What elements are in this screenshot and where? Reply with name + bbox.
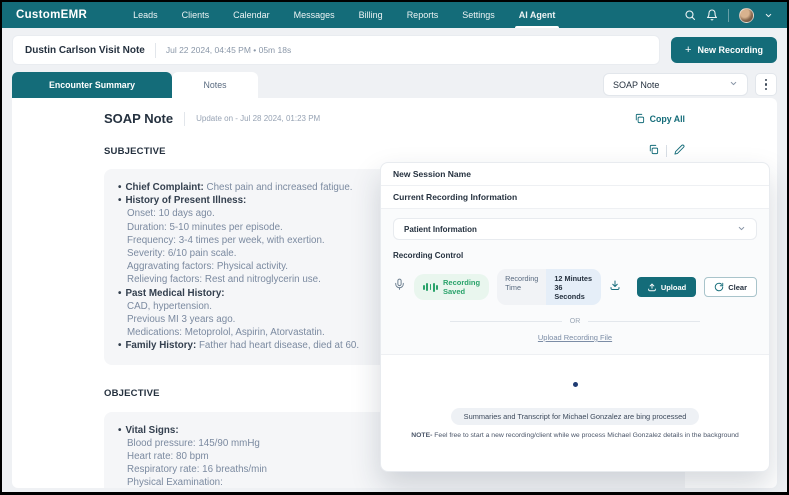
new-recording-button[interactable]: + New Recording bbox=[671, 37, 777, 63]
nav-item-reports[interactable]: Reports bbox=[395, 2, 451, 28]
session-divider bbox=[154, 42, 156, 58]
recording-time-badge: Recording Time 12 Minutes 36 Seconds bbox=[497, 269, 601, 305]
session-timestamp: Jul 22 2024, 04:45 PM • 05m 18s bbox=[165, 45, 292, 55]
chevron-down-icon bbox=[729, 79, 738, 90]
bell-icon[interactable] bbox=[706, 9, 718, 21]
patient-information-accordion[interactable]: Patient Information bbox=[393, 218, 757, 240]
tab-encounter-summary[interactable]: Encounter Summary bbox=[12, 72, 172, 98]
upload-icon bbox=[648, 283, 656, 292]
section-heading: SUBJECTIVE bbox=[104, 145, 166, 157]
nav-item-leads[interactable]: Leads bbox=[121, 2, 170, 28]
note-updated: Update on - Jul 28 2024, 01:23 PM bbox=[184, 111, 320, 126]
app-logo: CustomEMR bbox=[16, 9, 88, 21]
session-title: Dustin Carlson Visit Note bbox=[25, 44, 145, 56]
top-navbar: CustomEMR Leads Clients Calendar Messages Bi… bbox=[2, 2, 787, 28]
chevron-down-icon[interactable] bbox=[764, 11, 773, 20]
note-title: SOAP Note bbox=[104, 111, 174, 126]
nav-item-settings[interactable]: Settings bbox=[450, 2, 507, 28]
processing-status-badge: Summaries and Transcript for Michael Gon… bbox=[450, 408, 700, 425]
note-type-value: SOAP Note bbox=[613, 79, 660, 90]
copy-section-icon[interactable] bbox=[648, 142, 659, 160]
copy-all-label: Copy All bbox=[649, 113, 685, 124]
main-nav: Leads Clients Calendar Messages Billing Repor… bbox=[121, 2, 567, 28]
nav-divider bbox=[728, 8, 729, 22]
nav-right-actions bbox=[684, 7, 773, 23]
tabs-right-controls: SOAP Note bbox=[603, 73, 777, 98]
upload-button[interactable]: Upload bbox=[636, 277, 697, 297]
search-icon[interactable] bbox=[684, 9, 696, 21]
recording-info-heading: Current Recording Information bbox=[381, 186, 769, 209]
more-options-button[interactable] bbox=[755, 73, 777, 96]
plus-icon: + bbox=[685, 43, 692, 56]
new-session-modal: New Session Name Current Recording Infor… bbox=[380, 162, 770, 472]
tab-list: Encounter Summary Notes bbox=[12, 72, 258, 98]
processing-area: Summaries and Transcript for Michael Gon… bbox=[381, 382, 769, 439]
recording-time-label: Recording Time bbox=[497, 269, 547, 305]
session-bar: Dustin Carlson Visit Note Jul 22 2024, 0… bbox=[12, 35, 661, 65]
processing-note: NOTE- Feel free to start a new recording… bbox=[381, 432, 769, 439]
refresh-icon bbox=[715, 282, 724, 292]
patient-information-label: Patient Information bbox=[404, 224, 477, 234]
upload-recording-file-link[interactable]: Upload Recording File bbox=[393, 333, 757, 342]
new-recording-label: New Recording bbox=[697, 45, 763, 55]
section-heading: OBJECTIVE bbox=[104, 388, 160, 400]
or-label: OR bbox=[569, 318, 581, 325]
processing-note-prefix: NOTE- bbox=[411, 432, 433, 439]
recording-control-label: Recording Control bbox=[393, 251, 464, 260]
tab-notes[interactable]: Notes bbox=[172, 72, 258, 98]
nav-item-calendar[interactable]: Calendar bbox=[221, 2, 282, 28]
copy-icon bbox=[635, 113, 644, 124]
recording-saved-label: Recording Saved bbox=[442, 278, 481, 296]
note-line: Physical Examination: bbox=[127, 477, 223, 488]
clear-label: Clear bbox=[728, 282, 747, 292]
or-divider: OR bbox=[450, 318, 700, 325]
session-name-field[interactable]: New Session Name bbox=[381, 163, 769, 186]
note-header: SOAP Note Update on - Jul 28 2024, 01:23… bbox=[104, 111, 685, 126]
tabs-row: Encounter Summary Notes SOAP Note bbox=[12, 72, 777, 98]
clear-button[interactable]: Clear bbox=[704, 277, 757, 297]
app-window: CustomEMR Leads Clients Calendar Messages Bi… bbox=[0, 0, 789, 495]
copy-all-button[interactable]: Copy All bbox=[634, 113, 685, 124]
recording-saved-badge: Recording Saved bbox=[414, 274, 490, 300]
edit-section-icon[interactable] bbox=[674, 142, 685, 160]
note-type-dropdown[interactable]: SOAP Note bbox=[603, 73, 748, 96]
nav-item-billing[interactable]: Billing bbox=[347, 2, 395, 28]
session-row: Dustin Carlson Visit Note Jul 22 2024, 0… bbox=[12, 35, 777, 65]
recording-time-value: 12 Minutes 36 Seconds bbox=[546, 269, 601, 305]
nav-item-clients[interactable]: Clients bbox=[170, 2, 222, 28]
nav-item-messages[interactable]: Messages bbox=[282, 2, 347, 28]
chevron-down-icon bbox=[737, 224, 746, 235]
processing-note-text: Feel free to start a new recording/clien… bbox=[432, 432, 739, 439]
download-recording-icon[interactable] bbox=[609, 278, 621, 296]
nav-item-ai-agent[interactable]: AI Agent bbox=[507, 2, 568, 28]
upload-label: Upload bbox=[660, 282, 687, 292]
loading-dot-icon bbox=[572, 382, 578, 387]
waveform-icon bbox=[423, 282, 438, 292]
microphone-icon[interactable] bbox=[393, 278, 406, 296]
avatar[interactable] bbox=[739, 7, 754, 23]
recording-info-body: Patient Information Recording Control Re… bbox=[381, 209, 769, 355]
recording-control-row: Recording Saved Recording Time 12 Minute… bbox=[393, 269, 757, 305]
